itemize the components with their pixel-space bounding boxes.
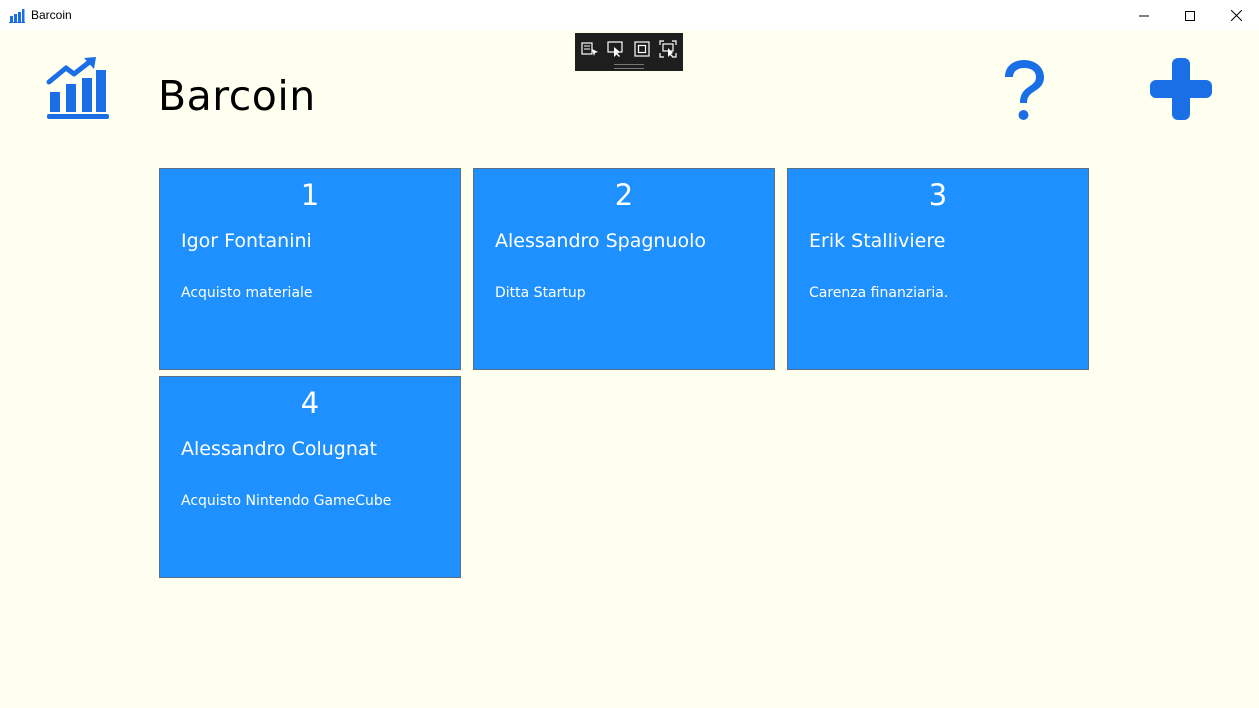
- request-cards-grid: 1 Igor Fontanini Acquisto materiale 2 Al…: [159, 168, 1099, 588]
- card-name: Alessandro Colugnat: [181, 438, 377, 460]
- card-name: Alessandro Spagnuolo: [495, 230, 707, 252]
- card-number: 3: [928, 178, 948, 212]
- close-button[interactable]: [1213, 0, 1259, 31]
- card-description: Carenza finanziaria.: [809, 285, 949, 301]
- request-card[interactable]: 3 Erik Stalliviere Carenza finanziaria.: [787, 168, 1089, 370]
- select-element-icon[interactable]: [607, 40, 625, 58]
- card-description: Acquisto materiale: [181, 285, 313, 301]
- request-card[interactable]: 4 Alessandro Colugnat Acquisto Nintendo …: [159, 376, 461, 578]
- minimize-icon: [1139, 15, 1149, 16]
- card-name: Igor Fontanini: [181, 230, 312, 252]
- card-name: Erik Stalliviere: [809, 230, 946, 252]
- live-visual-tree-icon[interactable]: [581, 40, 599, 58]
- maximize-icon: [1185, 10, 1195, 21]
- close-icon: [1230, 10, 1242, 21]
- maximize-button[interactable]: [1167, 0, 1213, 31]
- card-number: 1: [300, 178, 320, 212]
- card-number: 2: [614, 178, 634, 212]
- display-layout-adorners-icon[interactable]: [633, 40, 651, 58]
- request-card[interactable]: 1 Igor Fontanini Acquisto materiale: [159, 168, 461, 370]
- window-title: Barcoin: [31, 8, 72, 22]
- card-description: Ditta Startup: [495, 285, 586, 301]
- track-focused-element-icon[interactable]: [659, 40, 677, 58]
- page-title: Barcoin: [158, 72, 316, 120]
- bar-chart-app-icon: [9, 9, 25, 23]
- help-button[interactable]: [997, 57, 1051, 123]
- debug-toolbar: [575, 33, 683, 71]
- toolbar-grip[interactable]: [614, 64, 644, 69]
- window-title-bar: Barcoin: [0, 0, 1259, 31]
- request-card[interactable]: 2 Alessandro Spagnuolo Ditta Startup: [473, 168, 775, 370]
- card-description: Acquisto Nintendo GameCube: [181, 493, 392, 509]
- minimize-button[interactable]: [1121, 0, 1167, 31]
- bar-chart-growth-icon: [46, 57, 109, 119]
- card-number: 4: [300, 386, 320, 420]
- add-button[interactable]: [1148, 56, 1214, 122]
